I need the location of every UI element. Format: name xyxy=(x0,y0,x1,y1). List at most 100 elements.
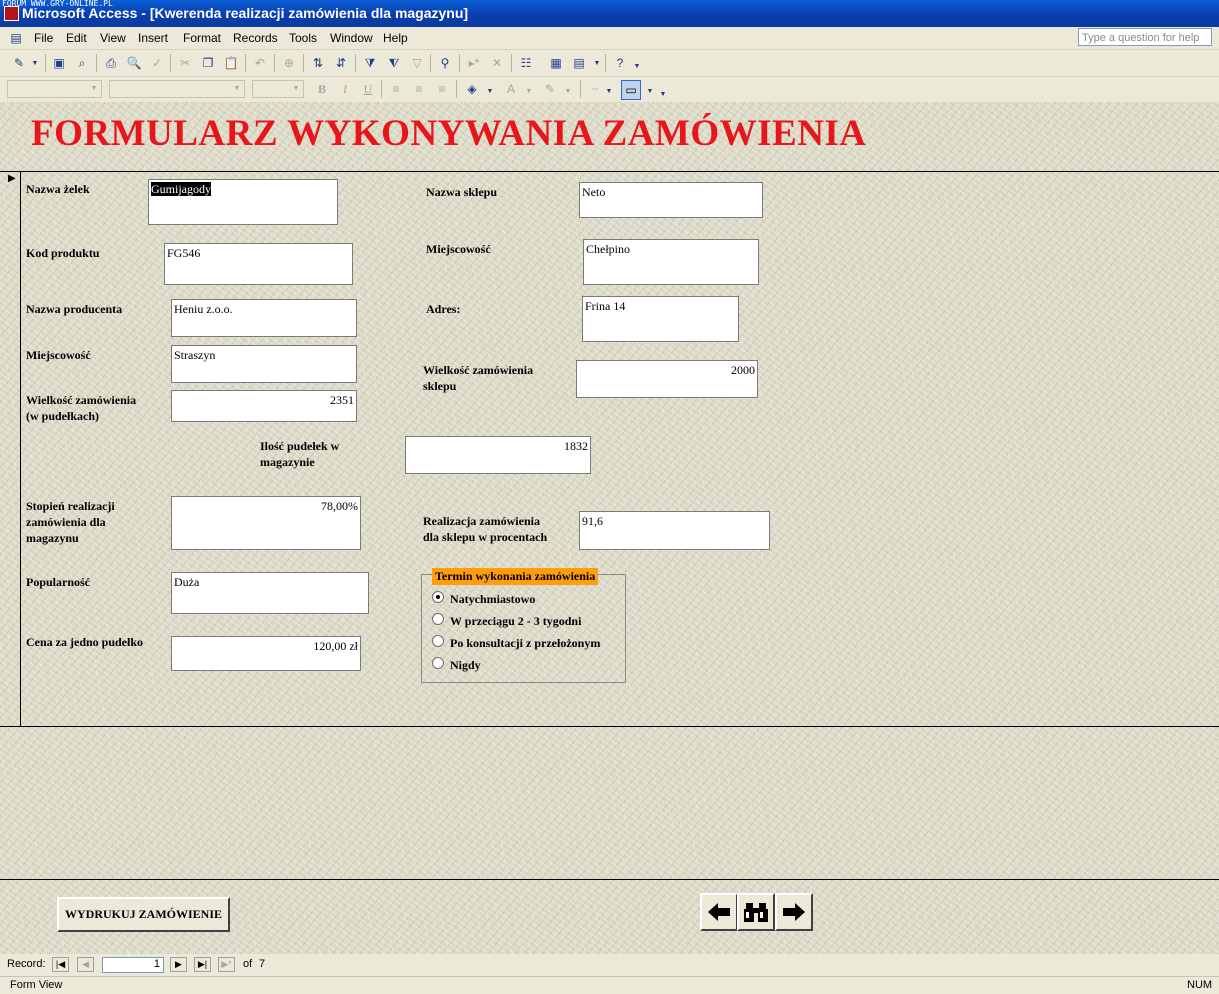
menu-help[interactable]: Help xyxy=(383,31,408,45)
next-record-icon[interactable]: ▶ xyxy=(170,957,187,972)
print-order-button[interactable]: WYDRUKUJ ZAMÓWIENIE xyxy=(57,897,230,932)
find-record-button[interactable] xyxy=(737,893,775,931)
print-icon[interactable]: ⎙ xyxy=(102,54,120,72)
sort-ascending-icon[interactable]: ⇅ xyxy=(309,54,327,72)
help-icon[interactable]: ? xyxy=(611,54,629,72)
menu-bar: ▤ File Edit View Insert Format Records T… xyxy=(0,27,1219,50)
line-color-icon[interactable]: ✎ xyxy=(541,80,559,98)
nazwa-zelek-value: Gumijagody xyxy=(151,182,211,196)
special-effect-icon[interactable]: ▭ xyxy=(621,80,641,100)
binoculars-icon xyxy=(744,903,768,922)
menu-records[interactable]: Records xyxy=(233,31,278,45)
form-control-menu-icon[interactable]: ▤ xyxy=(7,29,25,47)
print-preview-icon[interactable]: 🔍 xyxy=(125,54,143,72)
undo-icon[interactable]: ↶ xyxy=(251,54,269,72)
underline-icon[interactable]: U xyxy=(359,80,377,98)
termin-option-group-label: Termin wykonania zamówienia xyxy=(432,568,599,585)
sort-descending-icon[interactable]: ⇵ xyxy=(332,54,350,72)
access-app-icon[interactable] xyxy=(4,6,19,21)
stopien-realizacji-field[interactable]: 78,00% xyxy=(171,496,361,550)
nazwa-producenta-field[interactable]: Heniu z.o.o. xyxy=(171,299,357,337)
option-natychmiastowo-label[interactable]: Natychmiastowo xyxy=(450,592,535,607)
new-object-dropdown-icon[interactable]: ▼ xyxy=(588,54,606,72)
radio-nigdy[interactable] xyxy=(432,657,444,669)
font-name-select[interactable]: ▼ xyxy=(109,80,245,98)
cut-icon[interactable]: ✂ xyxy=(176,54,194,72)
footer-divider xyxy=(0,879,1219,880)
line-width-dropdown-icon[interactable]: ▼ xyxy=(600,82,618,100)
toolbar2-options-icon[interactable]: ▼ xyxy=(654,85,672,103)
cena-field[interactable]: 120,00 zł xyxy=(171,636,361,671)
align-left-icon[interactable]: ≡ xyxy=(387,80,405,98)
paste-icon[interactable]: 📋 xyxy=(222,54,240,72)
menu-tools[interactable]: Tools xyxy=(289,31,317,45)
help-question-input[interactable]: Type a question for help xyxy=(1078,28,1212,46)
nazwa-zelek-field[interactable]: Gumijagody xyxy=(148,179,338,225)
menu-edit[interactable]: Edit xyxy=(66,31,87,45)
menu-window[interactable]: Window xyxy=(330,31,373,45)
align-center-icon[interactable]: ≡ xyxy=(410,80,428,98)
option-w-przeciagu-label[interactable]: W przeciągu 2 - 3 tygodni xyxy=(450,614,581,629)
previous-record-button[interactable] xyxy=(700,893,738,931)
toolbar-options-icon[interactable]: ▼ xyxy=(628,57,646,75)
find-icon[interactable]: ⚲ xyxy=(436,54,454,72)
line-color-dropdown-icon[interactable]: ▼ xyxy=(559,82,577,100)
record-number-input[interactable]: 1 xyxy=(102,957,164,973)
database-window-icon[interactable]: ▦ xyxy=(547,54,565,72)
italic-icon[interactable]: I xyxy=(336,80,354,98)
last-record-icon[interactable]: ▶| xyxy=(194,957,211,972)
record-selector-icon[interactable]: ▶ xyxy=(8,173,16,184)
bold-icon[interactable]: B xyxy=(313,80,331,98)
insert-hyperlink-icon[interactable]: ⊕ xyxy=(280,54,298,72)
status-mode: Form View xyxy=(10,979,63,991)
save-icon[interactable]: ▣ xyxy=(50,54,68,72)
miejscowosc-producenta-field[interactable]: Straszyn xyxy=(171,345,357,383)
file-search-icon[interactable]: ⌕ xyxy=(73,54,91,72)
wielkosc-zamowienia-sklepu-field[interactable]: 2000 xyxy=(576,360,758,398)
apply-filter-icon[interactable]: ▽ xyxy=(408,54,426,72)
object-select[interactable]: ▼ xyxy=(7,80,102,98)
radio-po-konsultacji[interactable] xyxy=(432,635,444,647)
spelling-icon[interactable]: ✓ xyxy=(148,54,166,72)
radio-natychmiastowo[interactable] xyxy=(432,591,444,603)
kod-produktu-field[interactable]: FG546 xyxy=(164,243,353,285)
menu-format[interactable]: Format xyxy=(183,31,221,45)
previous-record-icon[interactable]: ◀ xyxy=(77,957,94,972)
radio-w-przeciagu[interactable] xyxy=(432,613,444,625)
label-popularnosc: Popularność xyxy=(26,575,91,589)
properties-icon[interactable]: ☷ xyxy=(517,54,535,72)
fill-color-dropdown-icon[interactable]: ▼ xyxy=(481,82,499,100)
font-color-dropdown-icon[interactable]: ▼ xyxy=(520,82,538,100)
align-right-icon[interactable]: ≡ xyxy=(433,80,451,98)
menu-view[interactable]: View xyxy=(100,31,126,45)
label-cena: Cena za jedno pudełko xyxy=(26,635,144,649)
form-view-toolbar: ✎ ▼ ▣ ⌕ ⎙ 🔍 ✓ ✂ ❐ 📋 ↶ ⊕ ⇅ ⇵ ⧩ ⧨ ▽ ⚲ ▸* ✕… xyxy=(0,50,1219,77)
option-nigdy-label[interactable]: Nigdy xyxy=(450,658,481,673)
option-po-konsultacji-label[interactable]: Po konsultacji z przełożonym xyxy=(450,636,600,651)
menu-file[interactable]: File xyxy=(34,31,53,45)
popularnosc-field[interactable]: Duża xyxy=(171,572,369,614)
first-record-icon[interactable]: |◀ xyxy=(52,957,69,972)
label-ilosc-pudelek: Ilość pudełek w magazynie xyxy=(260,438,339,470)
wielkosc-zamowienia-field[interactable]: 2351 xyxy=(171,390,357,422)
view-dropdown-icon[interactable]: ▼ xyxy=(26,54,44,72)
new-record-nav-icon[interactable]: ▶* xyxy=(218,957,235,972)
font-color-icon[interactable]: A xyxy=(502,80,520,98)
label-miejscowosc-sklepu: Miejscowość xyxy=(426,242,491,256)
next-record-button[interactable] xyxy=(775,893,813,931)
miejscowosc-sklepu-field[interactable]: Chełpino xyxy=(583,239,759,285)
filter-by-form-icon[interactable]: ⧨ xyxy=(385,54,403,72)
nazwa-sklepu-field[interactable]: Neto xyxy=(579,182,763,218)
ilosc-pudelek-field[interactable]: 1832 xyxy=(405,436,591,474)
new-record-icon[interactable]: ▸* xyxy=(465,54,483,72)
delete-record-icon[interactable]: ✕ xyxy=(488,54,506,72)
label-nazwa-producenta: Nazwa producenta xyxy=(26,302,123,316)
adres-field[interactable]: Frina 14 xyxy=(582,296,739,342)
copy-icon[interactable]: ❐ xyxy=(199,54,217,72)
realizacja-procent-field[interactable]: 91,6 xyxy=(579,511,770,550)
font-size-select[interactable]: ▼ xyxy=(252,80,304,98)
new-object-icon[interactable]: ▤ xyxy=(570,54,588,72)
filter-by-selection-icon[interactable]: ⧩ xyxy=(361,54,379,72)
fill-color-icon[interactable]: ◈ xyxy=(463,80,481,98)
menu-insert[interactable]: Insert xyxy=(138,31,168,45)
